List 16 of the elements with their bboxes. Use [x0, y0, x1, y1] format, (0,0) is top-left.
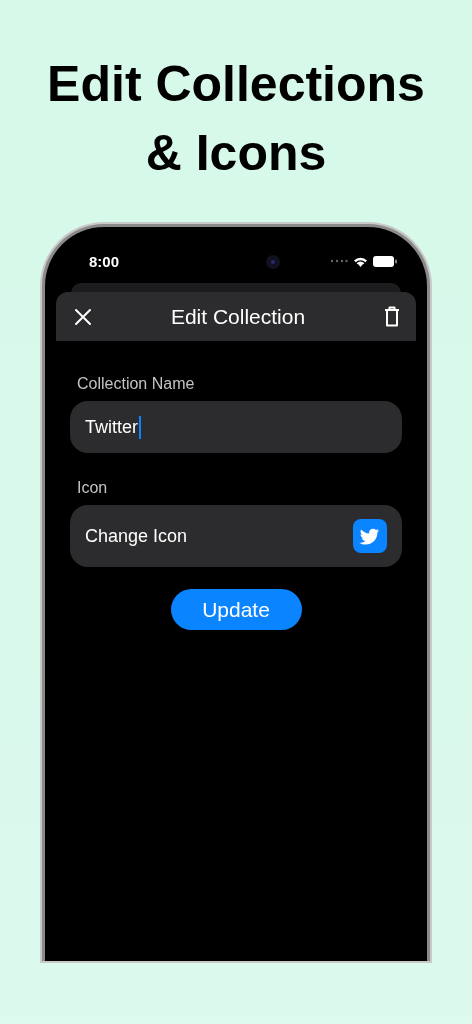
field-label: Collection Name [77, 375, 196, 393]
close-icon [74, 307, 92, 326]
camera-icon [266, 255, 280, 269]
change-icon-row[interactable]: Change Icon [70, 505, 402, 567]
signal-icon [330, 259, 348, 263]
field-label: Icon [77, 479, 109, 497]
battery-icon [373, 255, 397, 267]
headline: Edit Collections & Icons [46, 55, 426, 183]
bird-icon [353, 519, 387, 553]
sheet-title: Edit Collection [170, 304, 306, 329]
wifi-icon [353, 255, 368, 267]
delete-button[interactable] [382, 304, 402, 329]
input-field[interactable]: Twitter [70, 401, 402, 453]
trash-icon [384, 306, 400, 327]
update-button[interactable]: Update [170, 589, 302, 630]
status-time: 8:00 [89, 252, 120, 270]
